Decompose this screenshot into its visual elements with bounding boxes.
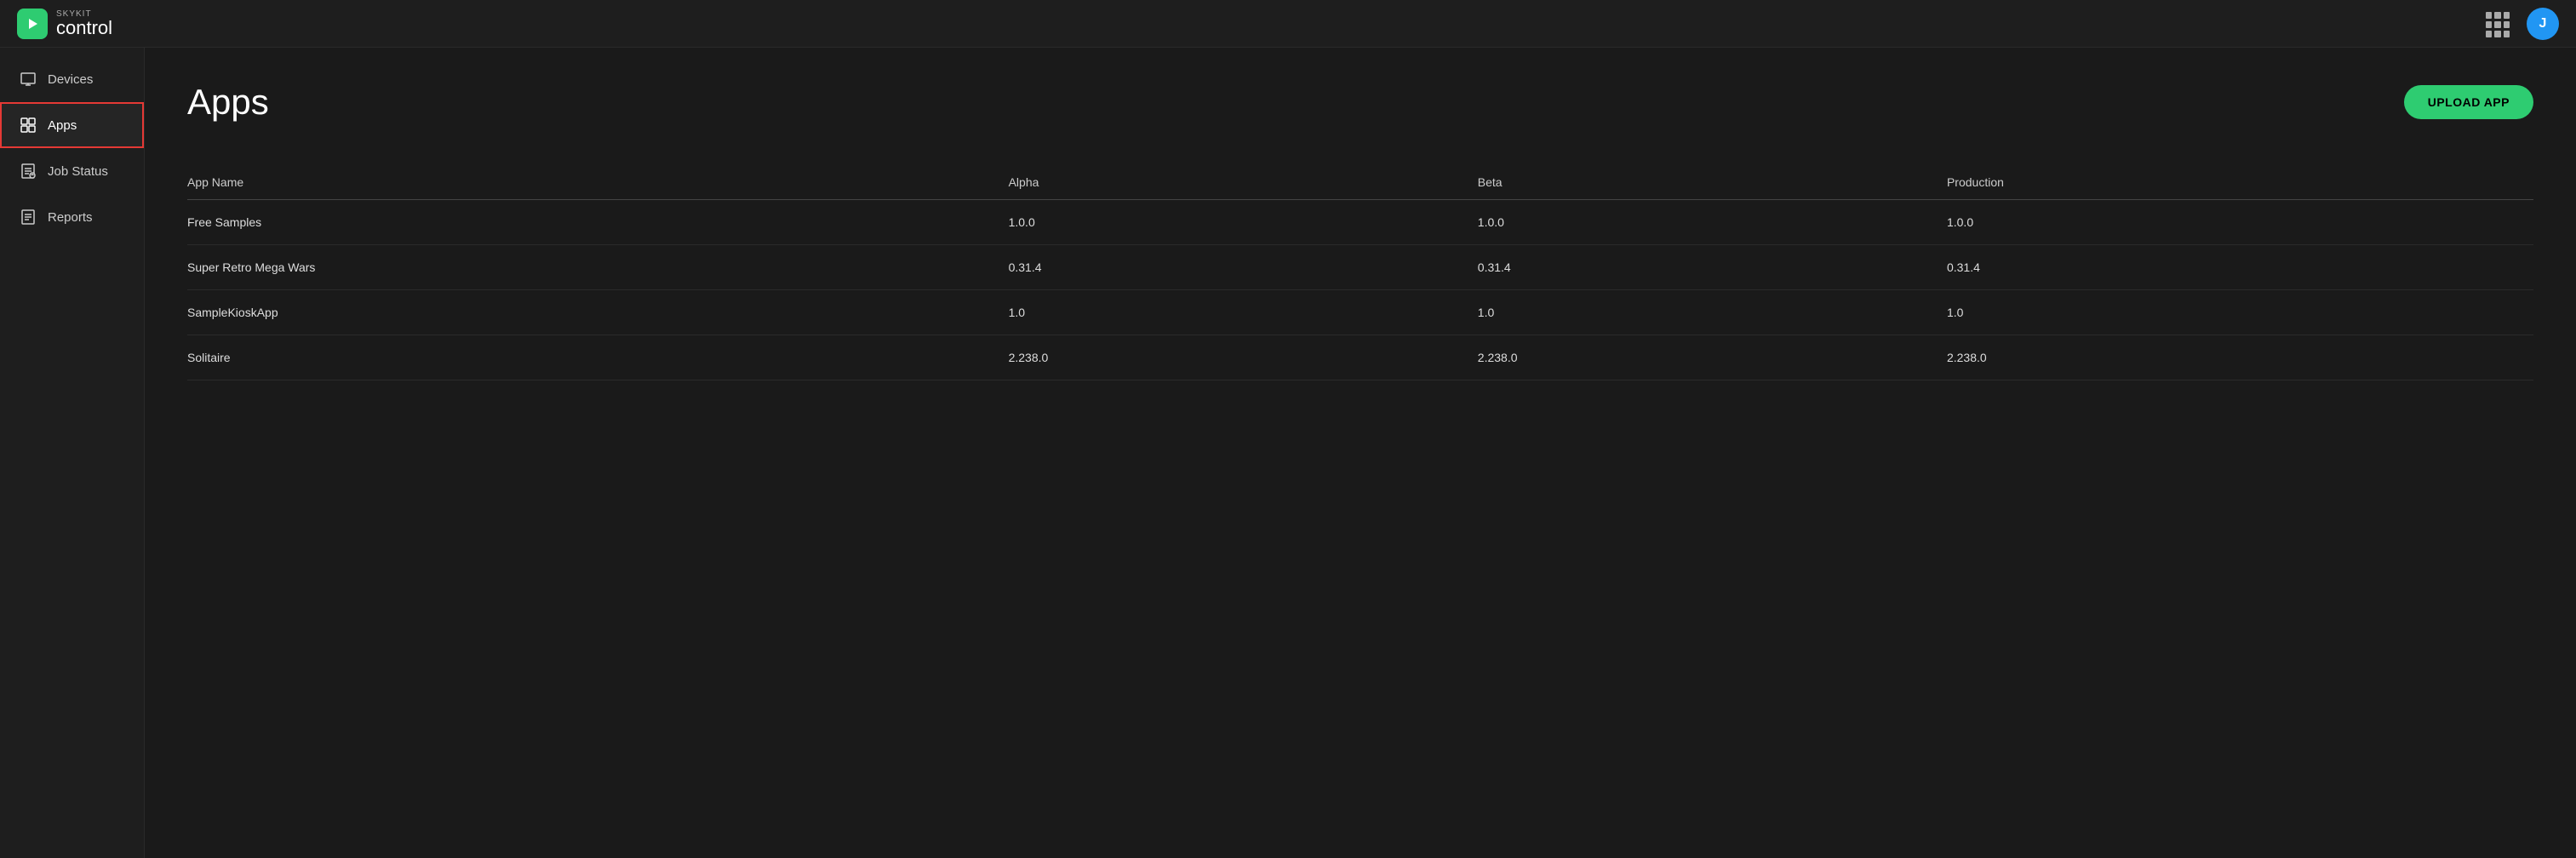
table-row[interactable]: Super Retro Mega Wars0.31.40.31.40.31.4: [187, 245, 2533, 290]
content-header: Apps UPLOAD APP: [187, 82, 2533, 123]
cell-beta-version: 1.0: [1478, 290, 1947, 335]
sidebar-label-reports: Reports: [48, 210, 93, 225]
header-right: J: [2486, 8, 2559, 40]
cell-beta-version: 0.31.4: [1478, 245, 1947, 290]
user-avatar[interactable]: J: [2527, 8, 2559, 40]
cell-alpha-version: 1.0.0: [1009, 200, 1478, 245]
top-header: SKYKIT control J: [0, 0, 2576, 48]
upload-app-button[interactable]: UPLOAD APP: [2404, 85, 2533, 119]
col-header-name: App Name: [187, 165, 1009, 200]
cell-alpha-version: 0.31.4: [1009, 245, 1478, 290]
logo-text: SKYKIT control: [56, 10, 112, 37]
cell-alpha-version: 1.0: [1009, 290, 1478, 335]
col-header-production: Production: [1947, 165, 2533, 200]
grid-menu-icon[interactable]: [2486, 12, 2510, 36]
sidebar-item-devices[interactable]: Devices: [0, 56, 144, 102]
device-icon: [19, 70, 37, 89]
table-row[interactable]: Solitaire2.238.02.238.02.238.0: [187, 335, 2533, 380]
sidebar-item-reports[interactable]: Reports: [0, 194, 144, 240]
logo-icon[interactable]: [17, 9, 48, 39]
col-header-alpha: Alpha: [1009, 165, 1478, 200]
table-row[interactable]: Free Samples1.0.01.0.01.0.0: [187, 200, 2533, 245]
cell-production-version: 2.238.0: [1947, 335, 2533, 380]
main-layout: Devices Apps: [0, 48, 2576, 858]
col-header-beta: Beta: [1478, 165, 1947, 200]
cell-beta-version: 1.0.0: [1478, 200, 1947, 245]
table-header-row: App Name Alpha Beta Production: [187, 165, 2533, 200]
cell-app-name: Super Retro Mega Wars: [187, 245, 1009, 290]
table-row[interactable]: SampleKioskApp1.01.01.0: [187, 290, 2533, 335]
reports-icon: [19, 208, 37, 226]
sidebar-label-devices: Devices: [48, 72, 93, 87]
logo-area: SKYKIT control: [17, 9, 112, 39]
page-title: Apps: [187, 82, 269, 123]
cell-beta-version: 2.238.0: [1478, 335, 1947, 380]
sidebar-item-job-status[interactable]: Job Status: [0, 148, 144, 194]
sidebar-label-apps: Apps: [48, 118, 77, 133]
cell-production-version: 1.0.0: [1947, 200, 2533, 245]
job-status-icon: [19, 162, 37, 180]
apps-table: App Name Alpha Beta Production Free Samp…: [187, 165, 2533, 380]
cell-app-name: SampleKioskApp: [187, 290, 1009, 335]
cell-app-name: Solitaire: [187, 335, 1009, 380]
cell-production-version: 0.31.4: [1947, 245, 2533, 290]
cell-alpha-version: 2.238.0: [1009, 335, 1478, 380]
apps-icon: [19, 116, 37, 134]
sidebar-item-apps[interactable]: Apps: [0, 102, 144, 148]
sidebar: Devices Apps: [0, 48, 145, 858]
content-area: Apps UPLOAD APP App Name Alpha Beta Prod…: [145, 48, 2576, 858]
sidebar-label-job-status: Job Status: [48, 164, 108, 179]
cell-app-name: Free Samples: [187, 200, 1009, 245]
product-name: control: [56, 19, 112, 37]
cell-production-version: 1.0: [1947, 290, 2533, 335]
